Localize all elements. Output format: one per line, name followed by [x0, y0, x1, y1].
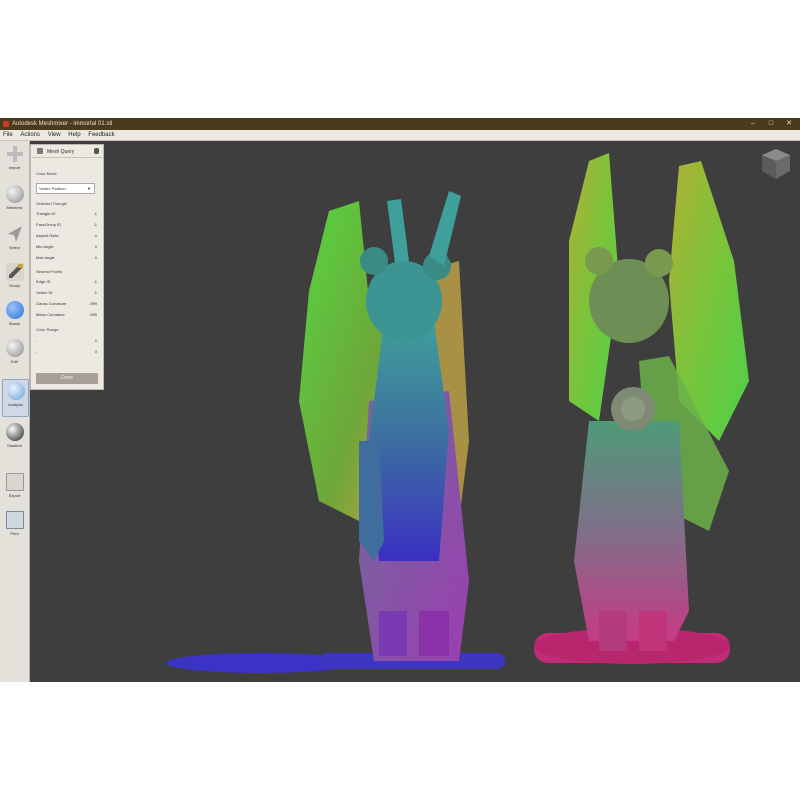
stamp-icon: [5, 301, 24, 319]
stat-row: Aspect Ratio 0: [36, 233, 97, 238]
mesh-query-panel: Mesh Query Color Mode Vertex Position ▼ …: [30, 144, 104, 390]
tool-print[interactable]: Print: [2, 509, 27, 545]
export-icon: [5, 473, 24, 491]
figure-back: [534, 153, 749, 664]
maximize-button[interactable]: □: [762, 118, 780, 130]
plus-icon: [6, 145, 24, 163]
color-mode-select[interactable]: Vertex Position ▼: [36, 183, 95, 194]
color-mode-value: Vertex Position: [39, 186, 66, 191]
tool-shaders[interactable]: Shaders: [2, 421, 27, 457]
analysis-icon: [6, 382, 25, 400]
print-icon: [5, 511, 24, 529]
stat-row: Mean Curvature -999: [36, 312, 97, 317]
menu-actions[interactable]: Actions: [17, 130, 43, 140]
stat-row: Gauss Curvature -999: [36, 301, 97, 306]
app-logo-icon: [3, 121, 9, 127]
arrow-icon: [6, 225, 24, 243]
meshmixer-window: Autodesk Meshmixer - immortal 01.stl – □…: [0, 118, 800, 682]
tool-analysis[interactable]: Analysis: [2, 379, 29, 417]
3d-viewport[interactable]: [29, 141, 800, 682]
color-range-label: Color Range: [36, 327, 59, 332]
stat-row: FaceGroup ID -1: [36, 222, 97, 227]
color-mode-label: Color Mode: [36, 171, 57, 176]
menu-bar: File Actions View Help Feedback: [0, 130, 800, 141]
lock-icon[interactable]: [94, 148, 99, 154]
menu-file[interactable]: File: [0, 130, 16, 140]
tool-meshmix[interactable]: Meshmix: [2, 183, 27, 219]
tool-edit[interactable]: Edit: [2, 337, 27, 373]
tool-sculpt[interactable]: Sculpt: [2, 261, 27, 297]
stat-row: Triangle ID -1: [36, 211, 97, 216]
close-button[interactable]: ✕: [780, 118, 798, 130]
menu-help[interactable]: Help: [65, 130, 83, 140]
tool-select[interactable]: Select: [2, 223, 27, 259]
window-title: Autodesk Meshmixer - immortal 01.stl: [12, 121, 113, 127]
chevron-down-icon: ▼: [87, 186, 91, 191]
model-render: [166, 153, 749, 673]
minimize-button[interactable]: –: [744, 118, 762, 130]
range-row: -0: [36, 349, 97, 354]
figure-front: [166, 191, 505, 673]
stat-row: Min Angle 0: [36, 244, 97, 249]
stat-row: Vertex ID -1: [36, 290, 97, 295]
menu-view[interactable]: View: [45, 130, 64, 140]
brush-icon: [5, 263, 24, 281]
edit-icon: [5, 339, 24, 357]
sphere-icon: [5, 185, 24, 203]
left-toolbar: Import Meshmix Select Sculpt Stamp Edit: [0, 141, 30, 682]
panel-title: Mesh Query: [47, 149, 75, 155]
tool-export[interactable]: Export: [2, 471, 27, 507]
range-row: -0: [36, 338, 97, 343]
tool-import[interactable]: Import: [2, 143, 27, 179]
menu-feedback[interactable]: Feedback: [85, 130, 117, 140]
title-bar: Autodesk Meshmixer - immortal 01.stl – □…: [0, 118, 800, 130]
mesh-query-icon: [37, 148, 43, 154]
done-button[interactable]: Done: [36, 373, 98, 384]
panel-header: Mesh Query: [31, 145, 103, 158]
stat-row: Max Angle 0: [36, 255, 97, 260]
selected-triangle-label: Selected Triangle: [36, 201, 67, 206]
shader-icon: [5, 423, 24, 441]
tool-stamp[interactable]: Stamp: [2, 299, 27, 335]
view-cube[interactable]: [762, 149, 790, 179]
stat-row: Edge ID -1: [36, 279, 97, 284]
nearest-points-label: Nearest Points: [36, 269, 63, 274]
